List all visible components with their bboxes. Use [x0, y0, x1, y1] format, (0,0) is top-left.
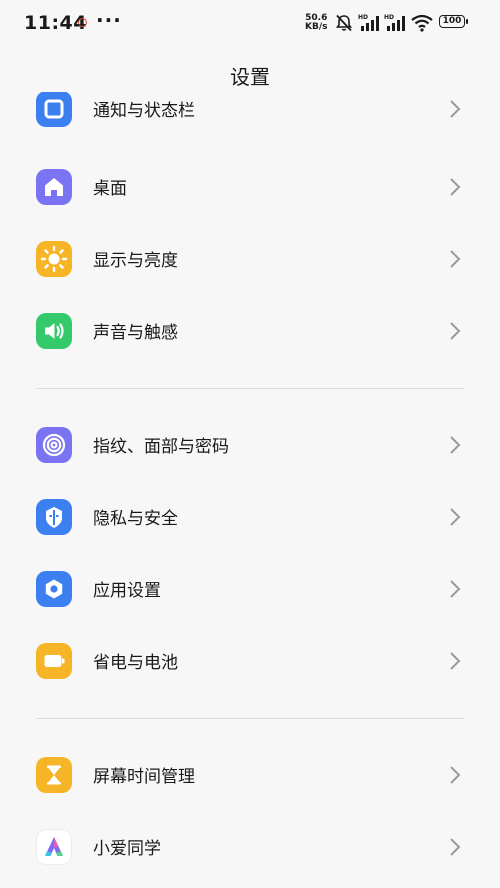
settings-item-xiaoai[interactable]: 小爱同学: [0, 811, 500, 883]
chevron-right-icon: [450, 436, 461, 454]
chevron-right-icon: [450, 838, 461, 856]
app-settings-icon: [36, 571, 72, 607]
settings-item-notifications[interactable]: 通知与状态栏: [0, 92, 500, 130]
chevron-right-icon: [450, 766, 461, 784]
chevron-right-icon: [450, 652, 461, 670]
home-icon: [36, 169, 72, 205]
chevron-right-icon: [450, 100, 461, 118]
battery-icon: [36, 643, 72, 679]
chevron-right-icon: [450, 178, 461, 196]
settings-item-privacy-security[interactable]: 隐私与安全: [0, 481, 500, 553]
settings-item-label: 隐私与安全: [93, 509, 178, 529]
settings-item-label: 桌面: [93, 179, 127, 199]
settings-item-screen-time[interactable]: 屏幕时间管理: [0, 739, 500, 811]
chevron-right-icon: [450, 580, 461, 598]
settings-group-1-clip: 通知与状态栏: [0, 92, 500, 130]
mute-bell-icon: [335, 14, 353, 32]
settings-item-fingerprint-face-password[interactable]: 指纹、面部与密码: [0, 409, 500, 481]
fingerprint-icon: [36, 427, 72, 463]
network-speed-unit: KB/s: [305, 22, 328, 32]
battery-indicator: 100: [439, 15, 468, 28]
settings-item-label: 声音与触感: [93, 323, 178, 343]
chevron-right-icon: [450, 508, 461, 526]
wifi-icon: [411, 14, 433, 32]
settings-item-desktop[interactable]: 桌面: [0, 151, 500, 223]
settings-item-sound-haptics[interactable]: 声音与触感: [0, 295, 500, 367]
svg-text:HD: HD: [384, 14, 394, 21]
sun-icon: [36, 241, 72, 277]
settings-item-display-brightness[interactable]: 显示与亮度: [0, 223, 500, 295]
cellular-signal-2-icon: HD: [384, 14, 405, 31]
privacy-shield-icon: [36, 499, 72, 535]
settings-item-label: 通知与状态栏: [93, 101, 195, 121]
notification-icon: [36, 92, 72, 127]
network-speed: 50.6 KB/s: [305, 14, 327, 32]
chevron-right-icon: [450, 250, 461, 268]
cellular-signal-1-icon: HD: [358, 14, 379, 31]
settings-item-label: 小爱同学: [93, 839, 161, 859]
xiaoai-icon: [36, 829, 72, 865]
settings-item-label: 应用设置: [93, 581, 161, 601]
settings-item-label: 屏幕时间管理: [93, 767, 195, 787]
status-bar: 11:44 ··· 50.6 KB/s HD HD 100: [0, 0, 500, 48]
speaker-icon: [36, 313, 72, 349]
settings-item-label: 显示与亮度: [93, 251, 178, 271]
svg-text:HD: HD: [358, 14, 368, 21]
settings-item-app-settings[interactable]: 应用设置: [0, 553, 500, 625]
page-title: 设置: [230, 65, 270, 89]
group-divider: [36, 388, 464, 389]
settings-item-power-battery[interactable]: 省电与电池: [0, 625, 500, 697]
chevron-right-icon: [450, 322, 461, 340]
hourglass-icon: [36, 757, 72, 793]
more-notifications-icon: ···: [96, 8, 122, 32]
group-divider: [36, 718, 464, 719]
notification-app-icon: [78, 18, 87, 27]
settings-item-label: 省电与电池: [93, 653, 178, 673]
settings-item-label: 指纹、面部与密码: [93, 437, 229, 457]
